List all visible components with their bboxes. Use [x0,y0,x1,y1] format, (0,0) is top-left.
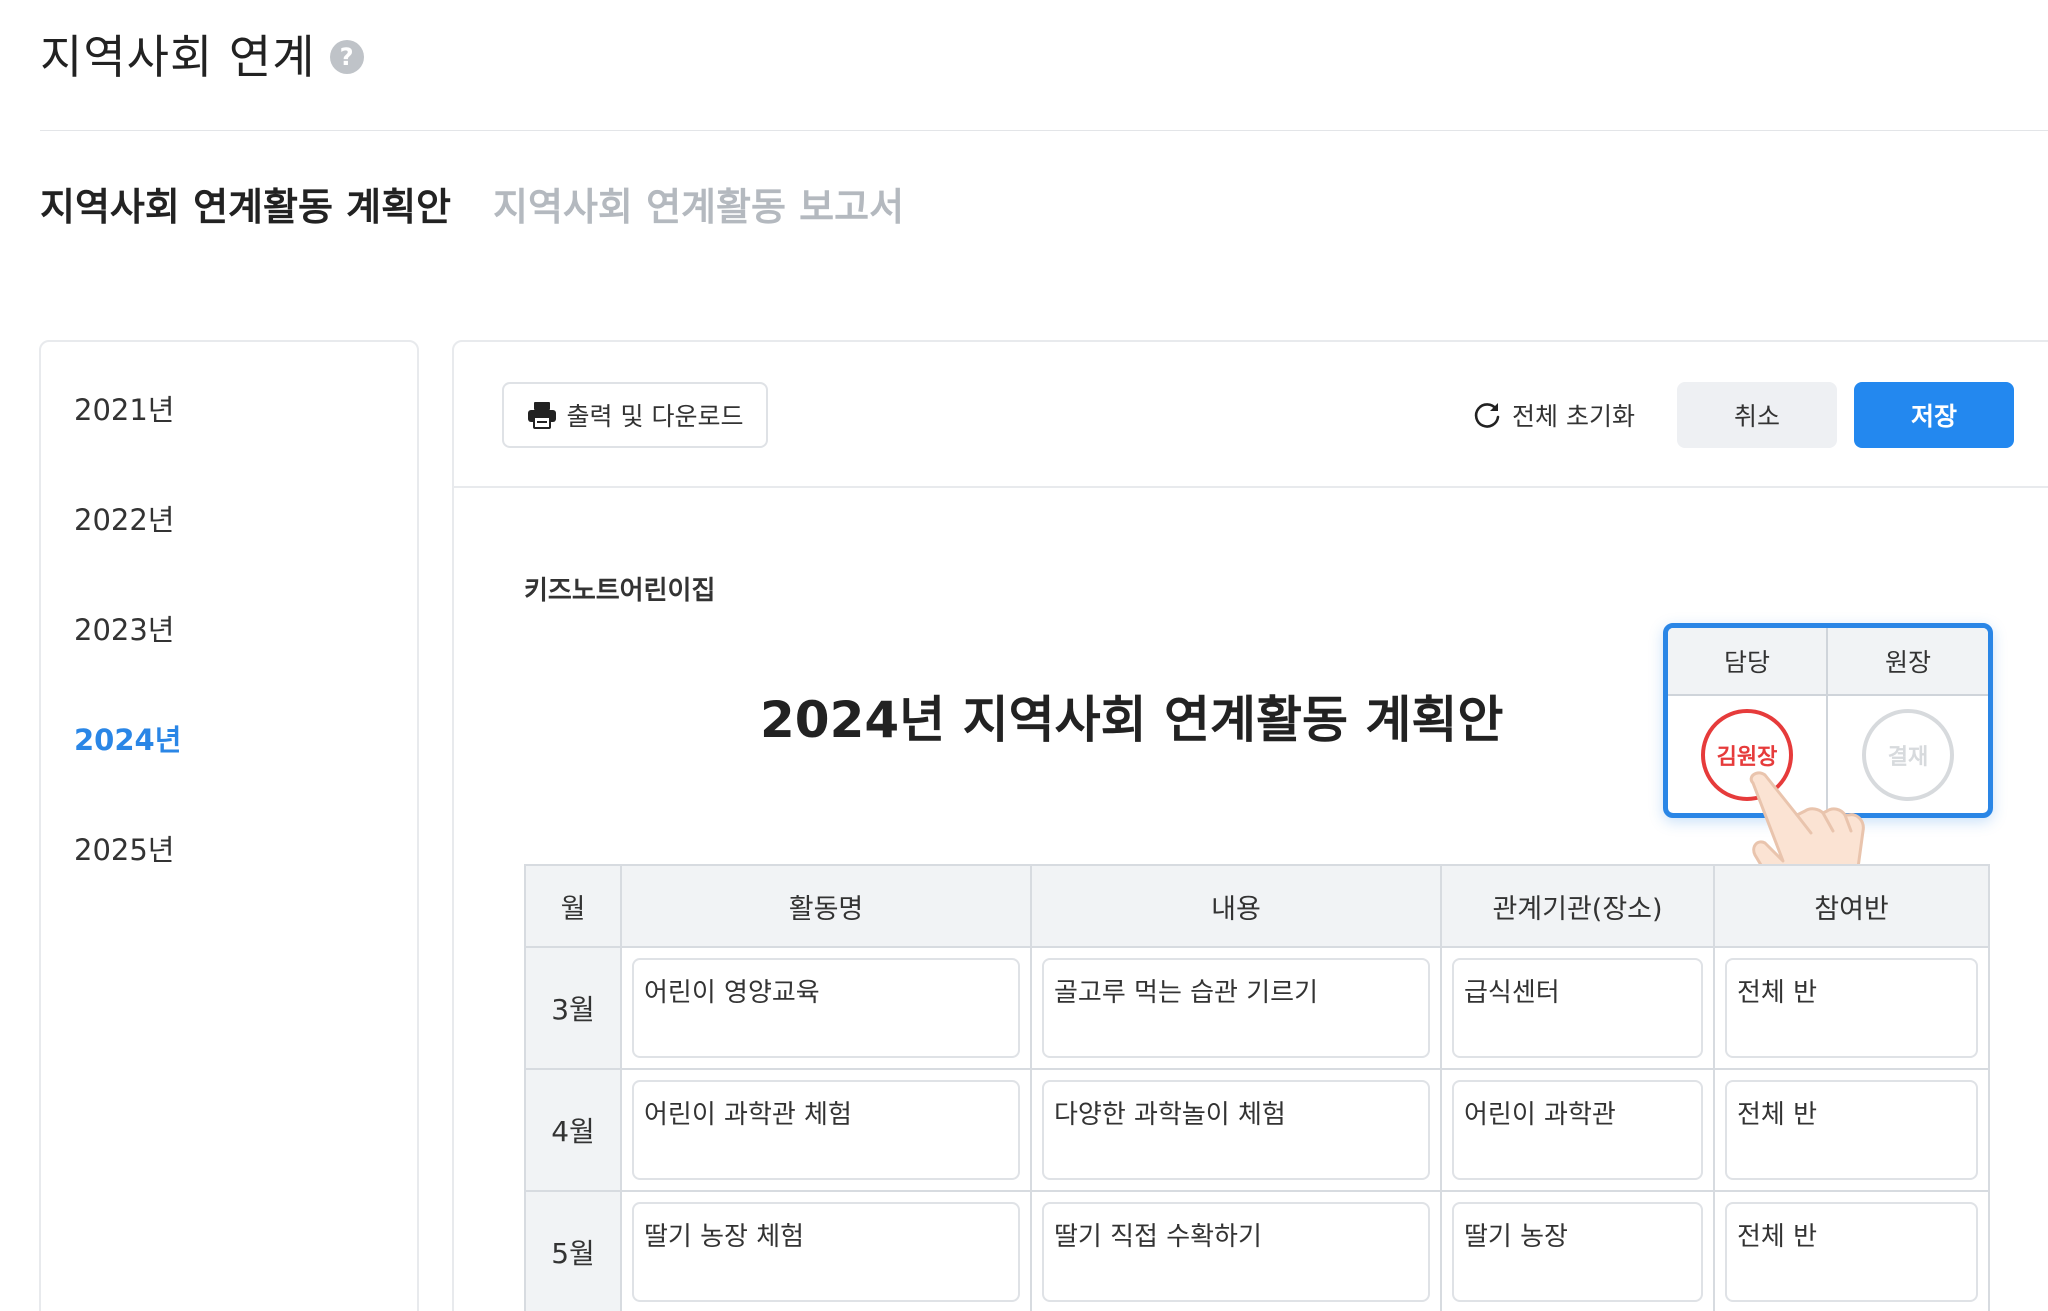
table-row: 5월 딸기 농장 체험 딸기 직접 수확하기 딸기 농장 전체 반 [524,1190,1990,1311]
activity-input[interactable]: 딸기 농장 체험 [632,1202,1020,1302]
column-header-place: 관계기관(장소) [1440,864,1715,948]
column-header-class: 참여반 [1713,864,1990,948]
place-input[interactable]: 어린이 과학관 [1452,1080,1703,1180]
activity-input[interactable]: 어린이 과학관 체험 [632,1080,1020,1180]
reset-all-button[interactable]: 전체 초기화 [1472,382,1635,448]
tab-report[interactable]: 지역사회 연계활동 보고서 [493,176,904,231]
refresh-icon [1474,403,1500,428]
year-item-2022[interactable]: 2022년 [74,497,174,539]
approval-header-staff: 담당 [1668,628,1828,696]
cancel-button[interactable]: 취소 [1677,382,1837,448]
class-input[interactable]: 전체 반 [1725,958,1978,1058]
org-name: 키즈노트어린이집 [524,576,716,606]
table-row: 3월 어린이 영양교육 골고루 먹는 습관 기르기 급식센터 전체 반 [524,946,1990,1070]
year-sidebar: 2021년 2022년 2023년 2024년 2025년 [39,340,419,1311]
save-button[interactable]: 저장 [1854,382,2014,448]
page-header: 지역사회 연계 ? [40,22,364,86]
year-item-2025[interactable]: 2025년 [74,827,174,869]
header-divider [40,130,2048,131]
content-input[interactable]: 골고루 먹는 습관 기르기 [1042,958,1430,1058]
month-cell: 3월 [524,946,622,1070]
approval-header-director: 원장 [1828,628,1988,696]
column-header-activity: 활동명 [620,864,1032,948]
print-download-label: 출력 및 다운로드 [566,402,744,431]
print-download-button[interactable]: 출력 및 다운로드 [502,382,768,448]
reset-all-label: 전체 초기화 [1512,402,1635,431]
content-input[interactable]: 딸기 직접 수확하기 [1042,1202,1430,1302]
year-item-2024[interactable]: 2024년 [74,717,181,759]
toolbar: 출력 및 다운로드 전체 초기화 취소 저장 [454,342,2048,488]
tab-plan[interactable]: 지역사회 연계활동 계획안 [40,176,451,231]
document-title: 2024년 지역사회 연계활동 계획안 [760,691,1504,749]
content-input[interactable]: 다양한 과학놀이 체험 [1042,1080,1430,1180]
column-header-content: 내용 [1030,864,1442,948]
year-item-2023[interactable]: 2023년 [74,607,174,649]
month-cell: 4월 [524,1068,622,1192]
tab-bar: 지역사회 연계활동 계획안 지역사회 연계활동 보고서 [40,176,904,231]
year-item-2021[interactable]: 2021년 [74,387,174,429]
page-title: 지역사회 연계 [40,30,316,84]
place-input[interactable]: 딸기 농장 [1452,1202,1703,1302]
class-input[interactable]: 전체 반 [1725,1202,1978,1302]
help-icon[interactable]: ? [329,40,364,74]
plan-table: 월 활동명 내용 관계기관(장소) 참여반 3월 어린이 영양교육 골고루 먹는… [524,864,1990,1311]
table-row: 4월 어린이 과학관 체험 다양한 과학놀이 체험 어린이 과학관 전체 반 [524,1068,1990,1192]
table-header-row: 월 활동명 내용 관계기관(장소) 참여반 [524,864,1990,948]
column-header-month: 월 [524,864,622,948]
month-cell: 5월 [524,1190,622,1311]
class-input[interactable]: 전체 반 [1725,1080,1978,1180]
place-input[interactable]: 급식센터 [1452,958,1703,1058]
activity-input[interactable]: 어린이 영양교육 [632,958,1020,1058]
printer-icon [527,402,556,429]
